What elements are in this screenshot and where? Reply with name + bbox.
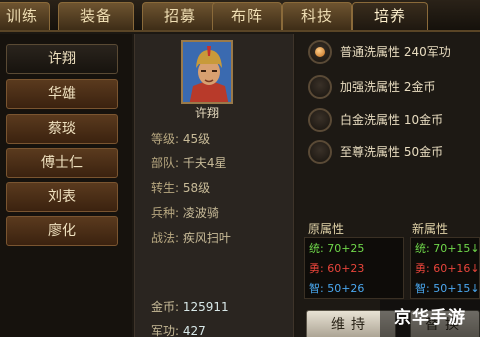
stat-troop: 部队: 千夫4星 bbox=[151, 156, 227, 170]
hero-portrait bbox=[181, 40, 233, 104]
hero-list-item[interactable]: 廖化 bbox=[6, 216, 118, 246]
merit-readout: 军功: 427 bbox=[151, 324, 206, 337]
tab-technology[interactable]: 科技 bbox=[282, 2, 352, 30]
gold-readout: 金币: 125911 bbox=[151, 300, 229, 314]
hero-list-item[interactable]: 许翔 bbox=[6, 44, 118, 74]
hero-list-item[interactable]: 刘表 bbox=[6, 182, 118, 212]
tab-equipment[interactable]: 装备 bbox=[58, 2, 134, 30]
stat-level: 等级: 45级 bbox=[151, 132, 211, 146]
tab-training[interactable]: 训练 bbox=[0, 2, 50, 30]
attr-valor: 勇: 60+23 bbox=[309, 262, 365, 275]
attr-valor: 勇: 60+16↓ bbox=[415, 262, 480, 275]
radio-icon[interactable] bbox=[308, 140, 332, 164]
attr-command: 统: 70+25 bbox=[309, 242, 365, 255]
new-attrs-box: 统: 70+15↓ 勇: 60+16↓ 智: 50+15↓ bbox=[410, 237, 480, 299]
attr-command: 统: 70+15↓ bbox=[415, 242, 480, 255]
new-attrs-title: 新属性 bbox=[412, 222, 449, 236]
hero-detail-panel: 许翔 等级: 45级 部队: 千夫4星 转生: 58级 兵种: 凌波骑 战法: … bbox=[134, 34, 294, 337]
hero-list: 许翔 华雄 蔡琰 傅士仁 刘表 廖化 bbox=[0, 34, 132, 337]
tab-formation[interactable]: 布阵 bbox=[212, 2, 282, 30]
wash-panel: 普通洗属性 240军功 加强洗属性 2金币 白金洗属性 10金币 至尊洗属性 5… bbox=[296, 34, 480, 337]
hero-list-item[interactable]: 蔡琰 bbox=[6, 114, 118, 144]
radio-icon[interactable] bbox=[308, 108, 332, 132]
hero-list-item[interactable]: 傅士仁 bbox=[6, 148, 118, 178]
stat-rebirth: 转生: 58级 bbox=[151, 181, 211, 195]
hero-portrait-icon bbox=[183, 42, 231, 102]
hero-list-item[interactable]: 华雄 bbox=[6, 79, 118, 109]
radio-selected-icon[interactable] bbox=[308, 40, 332, 64]
original-attrs-title: 原属性 bbox=[308, 222, 345, 236]
hero-name: 许翔 bbox=[194, 106, 219, 120]
tab-cultivate[interactable]: 培养 bbox=[352, 2, 428, 30]
stat-tactic: 战法: 疾风扫叶 bbox=[151, 231, 231, 245]
watermark-logo: 京华手游 bbox=[380, 300, 480, 337]
attr-intellect: 智: 50+26 bbox=[309, 282, 365, 295]
attr-intellect: 智: 50+15↓ bbox=[415, 282, 480, 295]
radio-icon[interactable] bbox=[308, 75, 332, 99]
top-tab-bar: 训练 装备 招募 布阵 科技 培养 bbox=[0, 0, 480, 32]
tab-recruit[interactable]: 招募 bbox=[142, 2, 218, 30]
original-attrs-box: 统: 70+25 勇: 60+23 智: 50+26 bbox=[304, 237, 404, 299]
stat-unit-type: 兵种: 凌波骑 bbox=[151, 206, 219, 220]
